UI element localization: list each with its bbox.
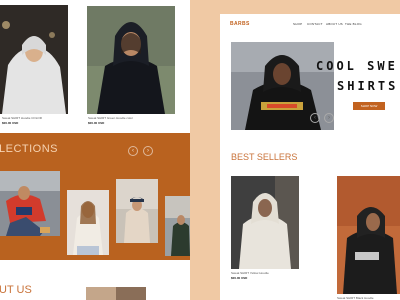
product-price: $00.00 USD xyxy=(88,121,105,125)
collection-photo-2[interactable] xyxy=(67,190,109,255)
product-caption[interactable]: Sweat SHIRT Hoodie COLOR xyxy=(2,116,42,120)
product-caption[interactable]: Sweat SHIRT Black Hoodie xyxy=(337,296,374,300)
chevron-left-icon: ‹ xyxy=(314,115,316,121)
about-us-heading: UT US xyxy=(0,284,32,296)
shop-now-button[interactable]: SHOP NOW xyxy=(353,102,385,110)
hero-heading-line2: SHIRTS xyxy=(337,79,399,93)
best-sellers-heading: BEST SELLERS xyxy=(231,152,298,162)
product-photo-black-hoodie[interactable] xyxy=(87,6,175,114)
collection-photo-4[interactable] xyxy=(165,196,190,256)
hero-next-button[interactable]: › xyxy=(324,113,334,123)
nav-about-us[interactable]: ABOUT US xyxy=(326,22,343,26)
collections-next-button[interactable]: › xyxy=(143,146,153,156)
product-price: $00.00 USD xyxy=(2,121,19,125)
brand-logo[interactable]: BARBS xyxy=(230,21,250,27)
nav-contact[interactable]: CONTACT xyxy=(307,22,323,26)
product-caption[interactable]: Sweat SHIRT Yellow Hoodie xyxy=(231,271,269,275)
hero-heading-line1: COOL SWE xyxy=(316,59,398,73)
nav-the-blog[interactable]: THE BLOG xyxy=(345,22,362,26)
collection-photo-1[interactable] xyxy=(0,171,60,236)
product-photo-white-hoodie[interactable] xyxy=(0,5,68,114)
nav-shop[interactable]: SHOP xyxy=(293,22,302,26)
chevron-right-icon: › xyxy=(328,115,330,121)
right-page-mockup: BARBS SHOP CONTACT ABOUT US THE BLOG COO… xyxy=(220,14,400,300)
left-page-mockup: Sweat SHIRT Hoodie COLOR $00.00 USD Swea… xyxy=(0,0,190,300)
chevron-left-icon: ‹ xyxy=(132,148,134,154)
collections-heading: LECTIONS xyxy=(0,143,59,155)
collection-photo-3[interactable] xyxy=(116,179,158,243)
product-price: $00.00 USD xyxy=(231,276,248,280)
best-seller-photo-2[interactable] xyxy=(337,176,400,294)
product-caption[interactable]: Sweat SHIRT Green Hoodie color xyxy=(88,116,133,120)
best-seller-photo-1[interactable] xyxy=(231,176,299,269)
hero-prev-button[interactable]: ‹ xyxy=(310,113,320,123)
collections-prev-button[interactable]: ‹ xyxy=(128,146,138,156)
about-photo xyxy=(86,287,146,300)
chevron-right-icon: › xyxy=(147,148,149,154)
